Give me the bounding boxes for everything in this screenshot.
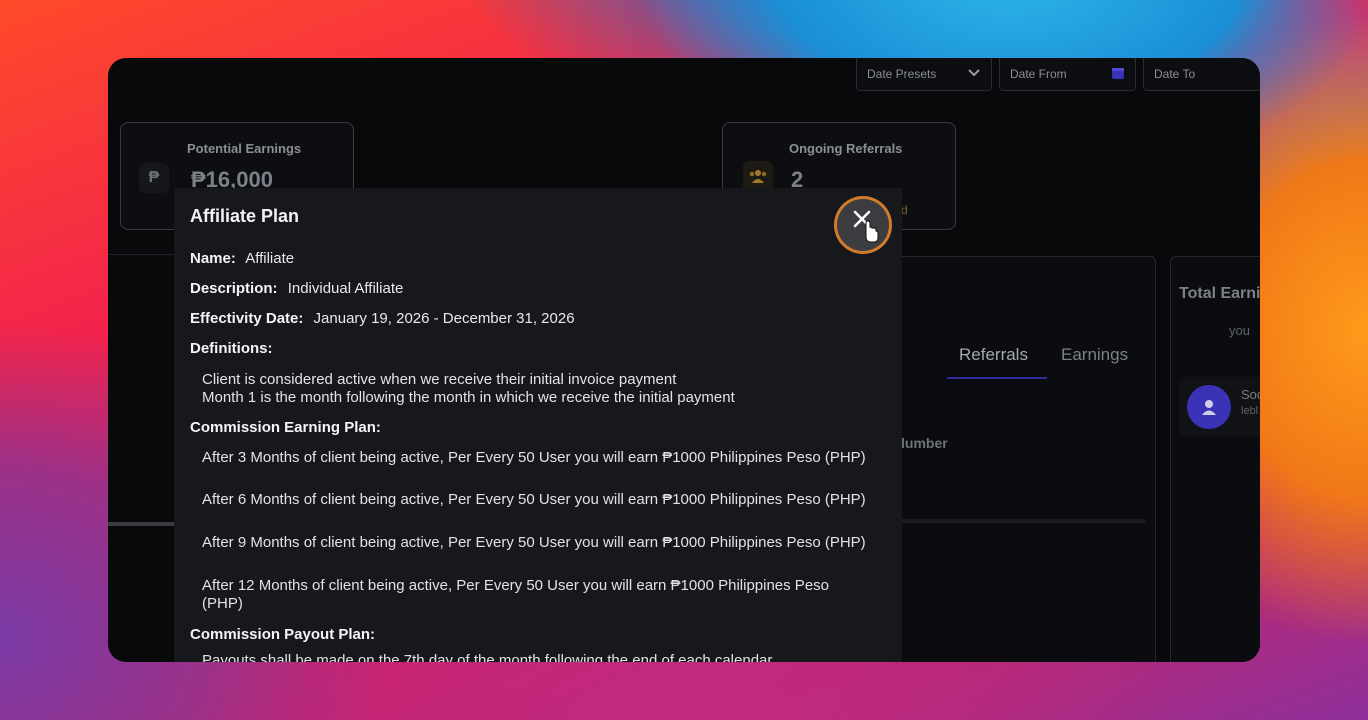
total-earnings-panel: Total Earni you Soc lebl xyxy=(1170,256,1260,662)
effectivity-date-label: Effectivity Date: xyxy=(190,310,304,327)
avatar xyxy=(1187,385,1231,429)
date-presets-label: Date Presets xyxy=(867,67,937,81)
ongoing-referrals-label: Ongoing Referrals xyxy=(789,141,903,156)
commission-earning-item: After 3 Months of client being active, P… xyxy=(202,449,866,466)
list-item[interactable]: Soc lebl xyxy=(1179,377,1260,437)
tab-earnings[interactable]: Earnings xyxy=(1061,345,1128,365)
date-presets-select[interactable]: Date Presets xyxy=(856,58,992,91)
potential-earnings-label: Potential Earnings xyxy=(187,141,302,156)
chevron-down-icon xyxy=(967,67,981,81)
total-earnings-subtext: you xyxy=(1229,323,1250,338)
users-icon xyxy=(743,161,773,191)
column-number-header: lumber xyxy=(901,435,948,451)
list-item-name: Soc xyxy=(1241,387,1260,402)
commission-earning-item: After 12 Months of client being active, … xyxy=(202,577,829,612)
effectivity-date-value: January 19, 2026 - December 31, 2026 xyxy=(313,310,575,327)
commission-earning-item: After 9 Months of client being active, P… xyxy=(202,534,866,551)
effectivity-date-row: Effectivity Date: January 19, 2026 - Dec… xyxy=(190,310,575,327)
name-value: Affiliate xyxy=(245,250,295,267)
date-to-input[interactable]: Date To xyxy=(1143,58,1260,91)
close-button[interactable] xyxy=(834,196,892,254)
calendar-icon xyxy=(1111,66,1125,83)
hand-cursor-icon xyxy=(865,220,879,243)
description-value: Individual Affiliate xyxy=(287,280,404,297)
date-to-label: Date To xyxy=(1154,67,1196,81)
tab-referrals-underline xyxy=(947,377,1047,379)
commission-earning-heading: Commission Earning Plan: xyxy=(190,419,381,436)
definition-item: Client is considered active when we rece… xyxy=(202,371,677,388)
close-button-inner xyxy=(837,199,889,251)
list-item-subtext: lebl xyxy=(1241,405,1259,417)
definition-item: Month 1 is the month following the month… xyxy=(202,389,735,406)
date-from-label: Date From xyxy=(1010,67,1067,81)
definitions-heading: Definitions: xyxy=(190,340,273,357)
commission-payout-heading: Commission Payout Plan: xyxy=(190,626,376,643)
peso-icon: ₱ xyxy=(139,163,169,193)
left-panel-border xyxy=(108,254,174,255)
tab-referrals[interactable]: Referrals xyxy=(959,345,1028,365)
date-from-input[interactable]: Date From xyxy=(999,58,1136,91)
description-label: Description: xyxy=(190,280,278,297)
affiliate-plan-modal: Affiliate Plan Name: Affiliate Descripti… xyxy=(174,188,902,662)
plan-name-row: Name: Affiliate xyxy=(190,250,294,267)
commission-earning-item: After 6 Months of client being active, P… xyxy=(202,491,866,508)
total-earnings-title: Total Earni xyxy=(1179,285,1260,302)
card-suffix-text: d xyxy=(901,203,908,217)
left-panel-divider xyxy=(108,522,174,526)
close-icon xyxy=(853,210,879,243)
plan-description-row: Description: Individual Affiliate xyxy=(190,280,403,297)
modal-title: Affiliate Plan xyxy=(190,206,300,226)
name-label: Name: xyxy=(190,250,236,267)
commission-payout-text: Payouts shall be made on the 7th day of … xyxy=(202,652,773,662)
